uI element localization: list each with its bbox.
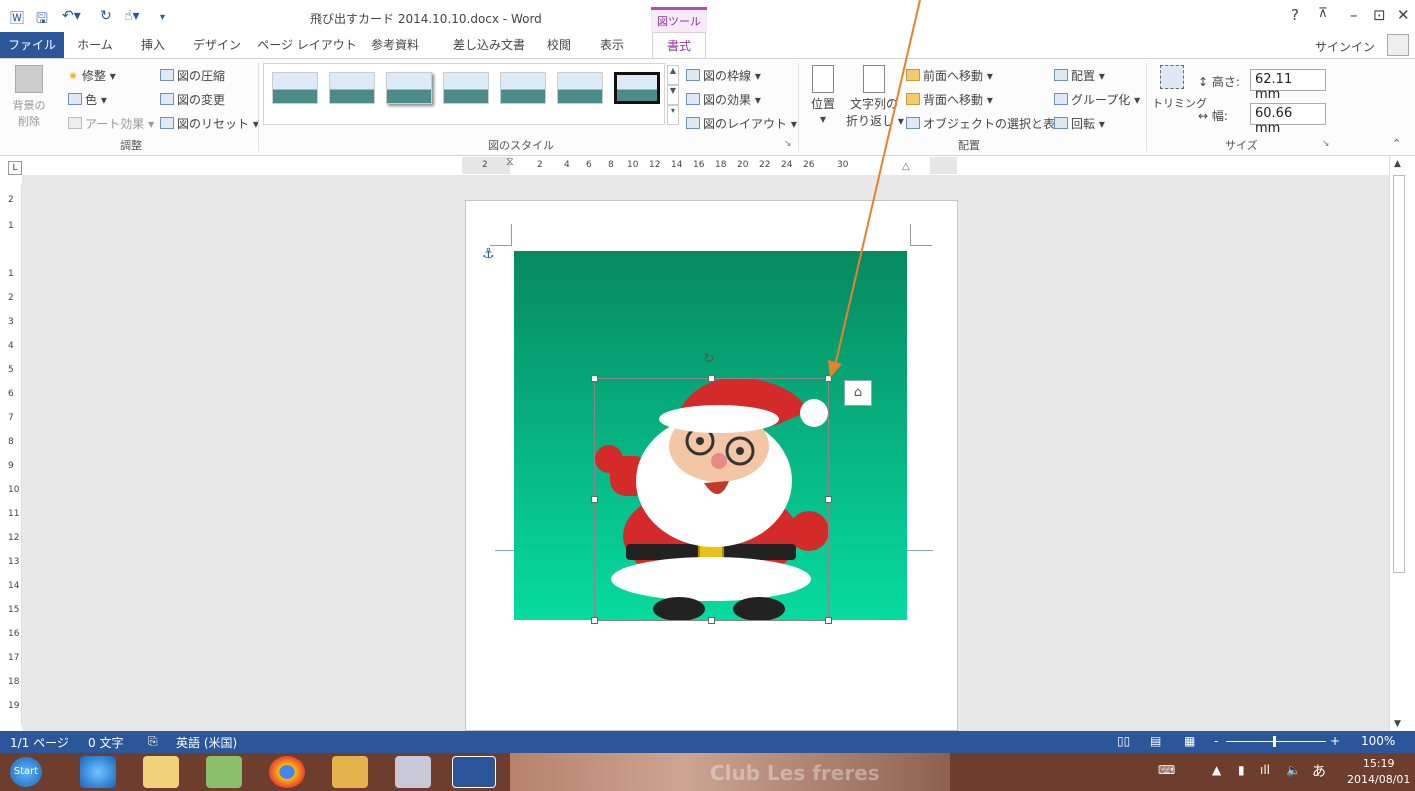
internet-explorer-icon[interactable] [80,756,116,788]
battery-icon[interactable]: ▮ [1238,763,1245,777]
zoom-out-button[interactable]: - [1214,734,1218,748]
annotation-arrow [828,0,921,378]
scroll-thumb[interactable] [1393,175,1405,573]
signal-icon[interactable]: ıll [1260,763,1270,777]
zoom-in-button[interactable]: + [1330,734,1340,748]
zoom-level[interactable]: 100% [1361,734,1395,748]
zoom-slider[interactable] [1226,741,1326,742]
scroll-down-arrow[interactable]: ▼ [1394,719,1401,729]
page-count[interactable]: 1/1 ページ [10,734,69,751]
file-explorer-icon[interactable] [143,756,179,788]
status-bar: 1/1 ページ 0 文字 ⎘ 英語 (米国) ▯▯ ▤ ▦ - + 100% [0,731,1415,753]
taskbar: Club Les freres Start ⌨ ▲ ▮ ıll 🔈 あ 15:1… [0,753,1415,791]
volume-icon[interactable]: 🔈 [1286,763,1301,777]
read-mode-icon[interactable]: ▯▯ [1117,734,1130,748]
web-layout-icon[interactable]: ▦ [1184,734,1195,748]
language[interactable]: 英語 (米国) [176,734,237,751]
start-button[interactable]: Start [10,757,42,787]
show-hidden-icons-icon[interactable]: ▲ [1212,763,1221,777]
zoom-slider-thumb[interactable] [1273,736,1276,747]
snipping-tool-icon[interactable] [395,756,431,788]
word-count[interactable]: 0 文字 [88,734,123,751]
clock[interactable]: 15:19 2014/08/01 [1347,756,1410,788]
print-layout-icon[interactable]: ▤ [1150,734,1161,748]
app-icon[interactable] [206,756,242,788]
proofing-icon[interactable]: ⎘ [148,734,158,749]
photos-icon[interactable] [332,756,368,788]
wallpaper-watermark: Club Les freres [710,761,880,785]
chrome-icon[interactable] [269,756,305,788]
keyboard-icon[interactable]: ⌨ [1158,763,1175,777]
word-taskbar-icon[interactable] [452,756,496,788]
vertical-scrollbar[interactable]: ▲ ▼ [1389,157,1407,731]
scroll-up-arrow[interactable]: ▲ [1394,159,1401,169]
ime-indicator[interactable]: あ [1312,761,1326,781]
